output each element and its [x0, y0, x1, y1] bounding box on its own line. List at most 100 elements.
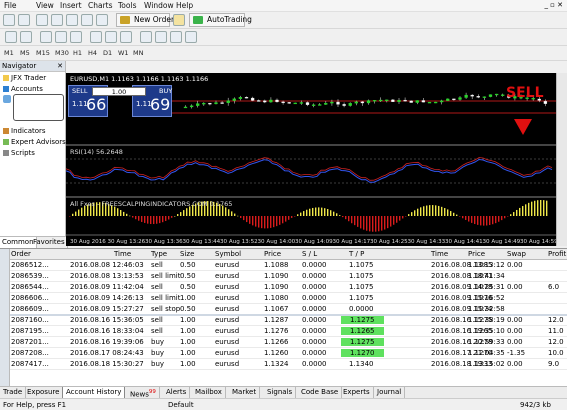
candle [366, 100, 371, 104]
window-controls[interactable]: _ ▫ ✕ [544, 1, 563, 9]
close-icon[interactable]: ✕ [57, 61, 63, 72]
tf-m1[interactable]: M1 [4, 49, 14, 57]
col-close-price[interactable]: Price [468, 250, 485, 258]
menu-insert[interactable]: Insert [60, 1, 82, 10]
tf-m5[interactable]: M5 [20, 49, 30, 57]
candle [397, 99, 401, 102]
terminal-icon[interactable] [81, 14, 93, 26]
menu-view[interactable]: View [36, 1, 54, 10]
nav-scripts[interactable]: Scripts [3, 149, 35, 157]
zoom-out-icon[interactable] [105, 31, 117, 43]
histogram-bar [492, 216, 494, 225]
histogram-bar [225, 207, 227, 216]
menu-file[interactable]: File [4, 1, 17, 10]
col-symbol[interactable]: Symbol [215, 250, 241, 258]
col-swap[interactable]: Swap [507, 250, 526, 258]
cell-type: sell [151, 327, 163, 335]
tf-w1[interactable]: W1 [118, 49, 129, 57]
time-label: 30 Aug 14:25 [370, 239, 408, 245]
status-traffic: 942/3 kb [520, 401, 551, 409]
history-row[interactable]: 2087208... 2016.08.17 08:24:43 buy 1.00 euru… [10, 348, 567, 359]
tf-m30[interactable]: M30 [55, 49, 69, 57]
histogram-bar [270, 216, 272, 228]
chart-shift-icon[interactable] [140, 31, 152, 43]
time-label: 30 Aug 13:36 [145, 239, 183, 245]
cell-type: sell limit [151, 294, 181, 302]
menu-help[interactable]: Help [176, 1, 193, 10]
chart-window[interactable]: 30 Aug 2016 30 Aug 13:26 30 Aug 13:36 30 Au… [66, 73, 556, 246]
data-window-icon[interactable] [51, 14, 63, 26]
menu-window[interactable]: Window [144, 1, 174, 10]
buy-label: BUY [159, 87, 173, 95]
col-sl[interactable]: S / L [302, 250, 317, 258]
menu-charts[interactable]: Charts [88, 1, 113, 10]
col-order[interactable]: Order [11, 250, 31, 258]
tf-d1[interactable]: D1 [103, 49, 112, 57]
tf-m15[interactable]: M15 [36, 49, 50, 57]
autotrading-button[interactable]: AutoTrading [189, 13, 252, 27]
histogram-bar [396, 216, 398, 223]
nav-accounts-label: Accounts [11, 85, 43, 93]
col-close-time[interactable]: Time [431, 250, 448, 258]
tf-h4[interactable]: H4 [88, 49, 97, 57]
candlestick-icon[interactable] [55, 31, 67, 43]
histogram-bar [147, 216, 149, 224]
history-row[interactable]: 2087195... 2016.08.16 18:33:04 sell 1.00 eur… [10, 326, 567, 337]
nav-indicators[interactable]: Indicators [3, 127, 46, 135]
history-row[interactable]: 2086606... 2016.08.09 14:26:13 sell limit 1… [10, 293, 567, 304]
candle [501, 94, 505, 96]
col-time[interactable]: Time [114, 250, 131, 258]
lot-size-input[interactable]: 1.00 [92, 87, 146, 96]
history-row[interactable]: 2086544... 2016.08.09 11:42:04 sell 0.50 eur… [10, 282, 567, 293]
histogram-bar [411, 212, 413, 216]
navigator-icon[interactable] [66, 14, 78, 26]
col-tp[interactable]: T / P [349, 250, 364, 258]
history-row[interactable]: 2087201... 2016.08.16 19:39:06 buy 1.00 euru… [10, 337, 567, 348]
profiles-icon[interactable] [18, 14, 30, 26]
candle [336, 101, 340, 105]
nav-root[interactable]: JFX Trader [3, 74, 46, 82]
history-row[interactable]: 2087160... 2016.08.16 15:36:05 sell 1.00 eur… [10, 315, 567, 326]
nav-accounts[interactable]: Accounts [3, 85, 43, 93]
histogram-bar [438, 205, 440, 216]
histogram-bar [273, 216, 275, 228]
indicators-icon[interactable] [155, 31, 167, 43]
tile-windows-icon[interactable] [120, 31, 132, 43]
histogram-bar [345, 216, 347, 220]
cell-price: 1.1090 [264, 283, 289, 291]
zoom-in-icon[interactable] [90, 31, 102, 43]
nav-experts[interactable]: Expert Advisors [3, 138, 66, 146]
histogram-bar [426, 205, 428, 216]
history-row[interactable]: 2086539... 2016.08.08 13:13:53 sell limit 0… [10, 271, 567, 282]
cell-size: 0.50 [180, 261, 196, 269]
tf-h1[interactable]: H1 [73, 49, 82, 57]
strategy-tester-icon[interactable] [96, 14, 108, 26]
history-row[interactable]: 2086512... 2016.08.08 12:46:03 sell 0.50 eur… [10, 260, 567, 271]
col-profit[interactable]: Profit [548, 250, 566, 258]
metaeditor-icon[interactable] [173, 14, 185, 26]
menu-tools[interactable]: Tools [118, 1, 136, 10]
line-chart-icon[interactable] [70, 31, 82, 43]
histogram-bar [321, 207, 323, 216]
candle [263, 100, 267, 103]
new-chart-icon[interactable] [3, 14, 15, 26]
tf-mn[interactable]: MN [133, 49, 143, 57]
periods-icon[interactable] [170, 31, 182, 43]
cell-swap: 0.00 [507, 316, 523, 324]
bar-chart-icon[interactable] [40, 31, 52, 43]
account-entry-box[interactable] [13, 94, 64, 121]
col-size[interactable]: Size [180, 250, 194, 258]
cell-order: 2087201... [11, 338, 49, 346]
sell-arrow-icon [514, 119, 532, 135]
cursor-icon[interactable] [5, 31, 17, 43]
col-type[interactable]: Type [151, 250, 167, 258]
crosshair-icon[interactable] [20, 31, 32, 43]
market-watch-icon[interactable] [36, 14, 48, 26]
cell-symbol: eurusd [215, 294, 240, 302]
cell-close-price: 1.1085 [468, 261, 493, 269]
candle [482, 96, 487, 98]
history-row[interactable]: 2087417... 2016.08.18 15:30:27 buy 1.00 euru… [10, 359, 567, 370]
new-order-button[interactable]: New Order [116, 13, 174, 27]
col-price[interactable]: Price [264, 250, 281, 258]
templates-icon[interactable] [185, 31, 197, 43]
